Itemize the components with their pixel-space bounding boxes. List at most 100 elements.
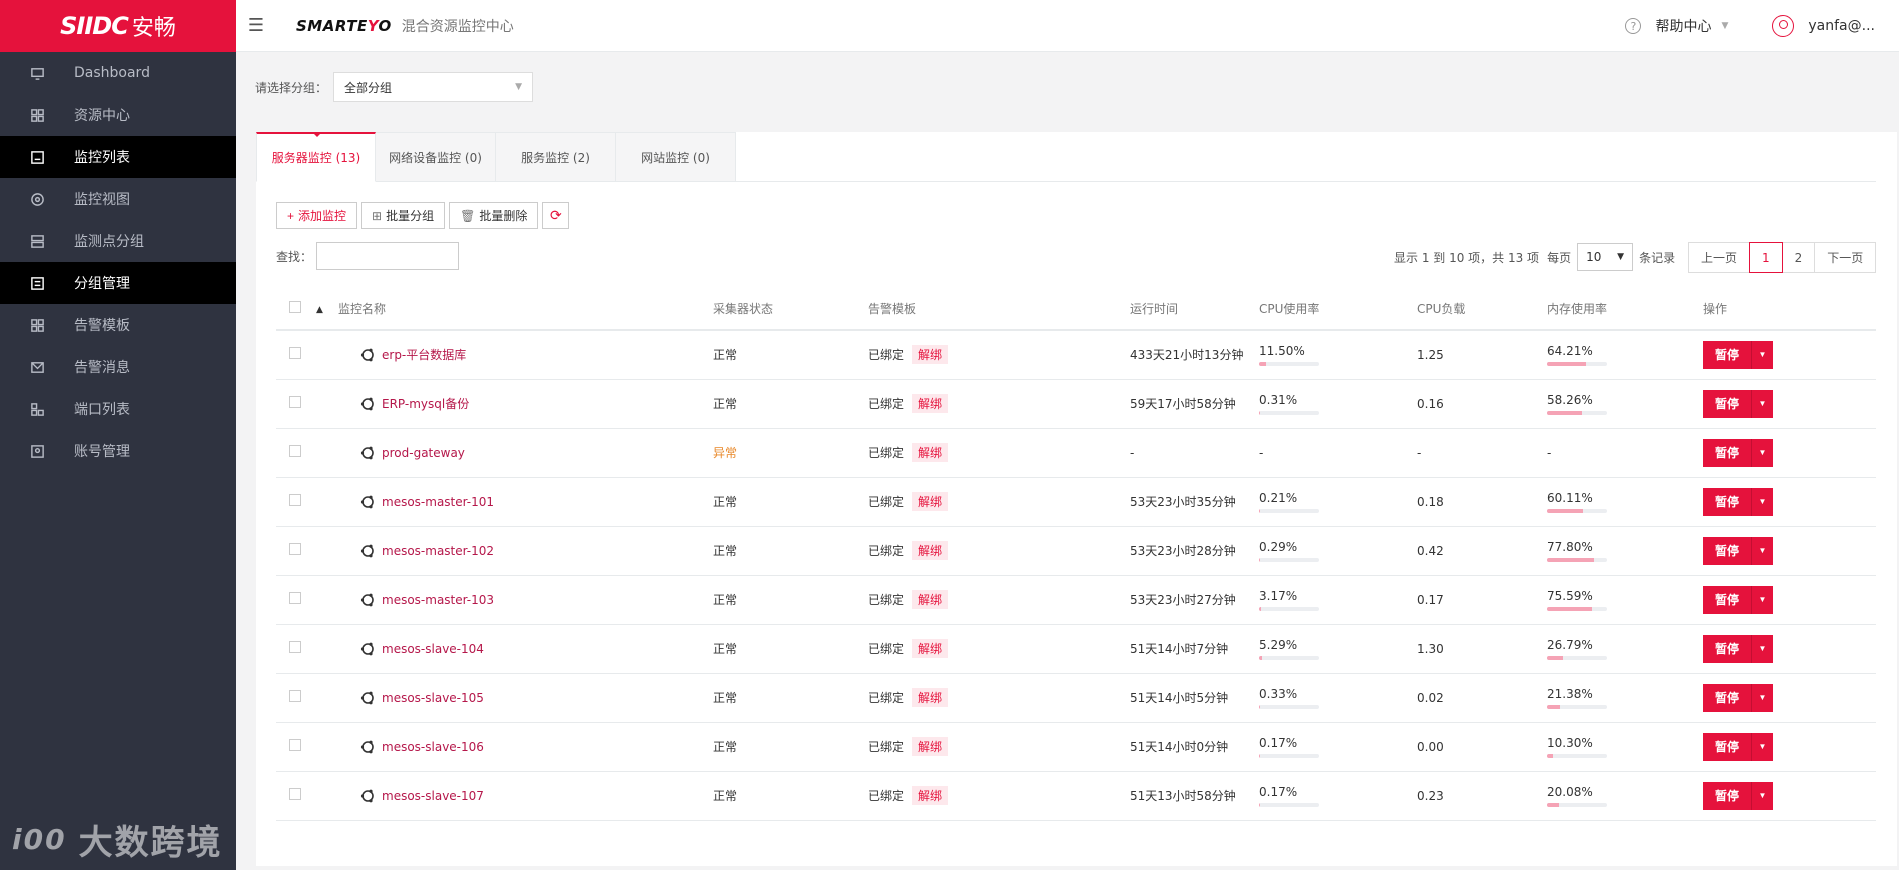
- header-collector[interactable]: 采集器状态: [713, 287, 868, 331]
- action-dropdown-button[interactable]: ▼: [1751, 389, 1774, 418]
- pause-button[interactable]: 暂停: [1703, 340, 1752, 369]
- sidebar-item-4[interactable]: 监控视图: [0, 178, 236, 220]
- monitor-table: ▲ 监控名称 采集器状态 告警模板 运行时间 CPU使用率 CPU负载 内存使用…: [276, 287, 1876, 821]
- sidebar-item-10[interactable]: 账号管理: [0, 430, 236, 472]
- prev-page-button[interactable]: 上一页: [1688, 242, 1751, 273]
- actions-cell: 暂停 ▼: [1703, 722, 1876, 772]
- next-page-button[interactable]: 下一页: [1814, 242, 1877, 273]
- tab-2[interactable]: 网络设备监控 (0): [376, 132, 496, 182]
- search-input[interactable]: [316, 242, 460, 270]
- monitor-name-link[interactable]: prod-gateway: [382, 446, 465, 460]
- row-checkbox[interactable]: [289, 494, 301, 506]
- sidebar-item-6[interactable]: 分组管理: [0, 262, 236, 304]
- table-header-row: ▲ 监控名称 采集器状态 告警模板 运行时间 CPU使用率 CPU负载 内存使用…: [276, 287, 1876, 331]
- mem-usage-cell: 77.80%: [1547, 526, 1703, 576]
- action-dropdown-button[interactable]: ▼: [1751, 683, 1774, 712]
- action-dropdown-button[interactable]: ▼: [1751, 634, 1774, 663]
- add-monitor-button[interactable]: + 添加监控: [276, 202, 358, 229]
- row-checkbox[interactable]: [289, 445, 301, 457]
- sidebar-item-8[interactable]: 告警消息: [0, 346, 236, 388]
- unbind-button[interactable]: 解绑: [912, 737, 949, 756]
- collector-status-cell: 正常: [713, 624, 868, 674]
- brand-logo[interactable]: SIIDC 安畅: [0, 0, 236, 52]
- header-cpu-load[interactable]: CPU负载: [1417, 287, 1547, 331]
- pause-button[interactable]: 暂停: [1703, 536, 1752, 565]
- sidebar-item-9[interactable]: 端口列表: [0, 388, 236, 430]
- unbind-button[interactable]: 解绑: [912, 345, 949, 365]
- pagination-info: 显示 1 到 10 项，共 13 项 每页 10 ▼ 条记录: [1394, 242, 1675, 272]
- menu-toggle-icon[interactable]: ☰: [236, 15, 276, 36]
- monitor-name-link[interactable]: mesos-master-103: [382, 593, 494, 607]
- mem-usage-cell: 21.38%: [1547, 673, 1703, 723]
- monitor-name-link[interactable]: ERP-mysql备份: [382, 395, 469, 412]
- sidebar-item-3[interactable]: 监控列表: [0, 136, 236, 178]
- collector-status: 正常: [713, 593, 738, 607]
- pause-button[interactable]: 暂停: [1703, 487, 1752, 516]
- row-checkbox[interactable]: [289, 347, 301, 360]
- monitor-name-link[interactable]: mesos-slave-105: [382, 691, 484, 705]
- batch-group-button[interactable]: ⊞ 批量分组: [361, 202, 446, 229]
- select-all-checkbox[interactable]: [289, 300, 301, 313]
- action-dropdown-button[interactable]: ▼: [1751, 340, 1774, 369]
- unbind-button[interactable]: 解绑: [912, 492, 949, 511]
- monitor-name: ERP-mysql备份: [338, 395, 713, 412]
- monitor-name-link[interactable]: mesos-slave-106: [382, 740, 484, 754]
- batch-delete-button[interactable]: 🗑 批量删除: [449, 202, 539, 229]
- action-dropdown-button[interactable]: ▼: [1751, 585, 1774, 614]
- monitor-name-link[interactable]: mesos-slave-104: [382, 642, 484, 656]
- unbind-button[interactable]: 解绑: [912, 394, 949, 413]
- unbind-button[interactable]: 解绑: [912, 541, 949, 560]
- per-page-select[interactable]: 10 ▼: [1577, 243, 1634, 271]
- cpu-load-cell: 0.02: [1417, 673, 1547, 723]
- logo-text: 安畅: [131, 16, 176, 41]
- unbind-button[interactable]: 解绑: [912, 590, 949, 609]
- pause-button[interactable]: 暂停: [1703, 585, 1752, 614]
- tab-1[interactable]: 服务器监控 (13): [256, 132, 376, 182]
- monitor-name-link[interactable]: erp-平台数据库: [382, 346, 466, 363]
- tab-4[interactable]: 网站监控 (0): [616, 132, 736, 182]
- page-button-2[interactable]: 2: [1781, 242, 1816, 273]
- pause-button[interactable]: 暂停: [1703, 389, 1752, 418]
- action-dropdown-button[interactable]: ▼: [1751, 781, 1774, 810]
- sidebar-item-5[interactable]: 监测点分组: [0, 220, 236, 262]
- action-dropdown-button[interactable]: ▼: [1751, 536, 1774, 565]
- row-checkbox[interactable]: [289, 788, 301, 800]
- help-menu[interactable]: ? 帮助中心 ▼: [1625, 16, 1728, 36]
- action-dropdown-button[interactable]: ▼: [1751, 487, 1774, 516]
- monitor-name-link[interactable]: mesos-master-102: [382, 544, 494, 558]
- search-label: 查找：: [276, 249, 313, 264]
- user-menu[interactable]: yanfa@...: [1772, 15, 1875, 37]
- header-template[interactable]: 告警模板: [868, 287, 1130, 331]
- row-checkbox[interactable]: [289, 396, 301, 408]
- page-button-1[interactable]: 1: [1749, 242, 1783, 273]
- pause-button[interactable]: 暂停: [1703, 438, 1752, 467]
- header-name[interactable]: 监控名称: [338, 287, 713, 331]
- unbind-button[interactable]: 解绑: [912, 786, 949, 805]
- header-uptime[interactable]: 运行时间: [1130, 287, 1259, 331]
- unbind-button[interactable]: 解绑: [912, 443, 949, 462]
- row-checkbox[interactable]: [289, 543, 301, 555]
- sort-asc-icon[interactable]: ▲: [316, 305, 323, 315]
- tab-3[interactable]: 服务监控 (2): [496, 132, 616, 182]
- pause-button[interactable]: 暂停: [1703, 732, 1752, 761]
- unbind-button[interactable]: 解绑: [912, 688, 949, 707]
- unbind-button[interactable]: 解绑: [912, 639, 949, 658]
- monitor-name-link[interactable]: mesos-master-101: [382, 495, 494, 509]
- row-checkbox[interactable]: [289, 739, 301, 751]
- monitor-name-link[interactable]: mesos-slave-107: [382, 789, 484, 803]
- sidebar-item-7[interactable]: 告警模板: [0, 304, 236, 346]
- row-checkbox[interactable]: [289, 641, 301, 653]
- sidebar-item-1[interactable]: Dashboard: [0, 52, 236, 94]
- row-checkbox[interactable]: [289, 592, 301, 604]
- row-checkbox[interactable]: [289, 690, 301, 702]
- pause-button[interactable]: 暂停: [1703, 683, 1752, 712]
- action-dropdown-button[interactable]: ▼: [1751, 438, 1774, 467]
- sidebar-item-2[interactable]: 资源中心: [0, 94, 236, 136]
- pause-button[interactable]: 暂停: [1703, 634, 1752, 663]
- refresh-button[interactable]: ⟳: [542, 202, 570, 229]
- header-cpu-usage[interactable]: CPU使用率: [1259, 287, 1417, 331]
- action-dropdown-button[interactable]: ▼: [1751, 732, 1774, 761]
- group-select[interactable]: 全部分组 ▼: [333, 72, 534, 102]
- header-mem-usage[interactable]: 内存使用率: [1547, 287, 1703, 331]
- pause-button[interactable]: 暂停: [1703, 781, 1752, 810]
